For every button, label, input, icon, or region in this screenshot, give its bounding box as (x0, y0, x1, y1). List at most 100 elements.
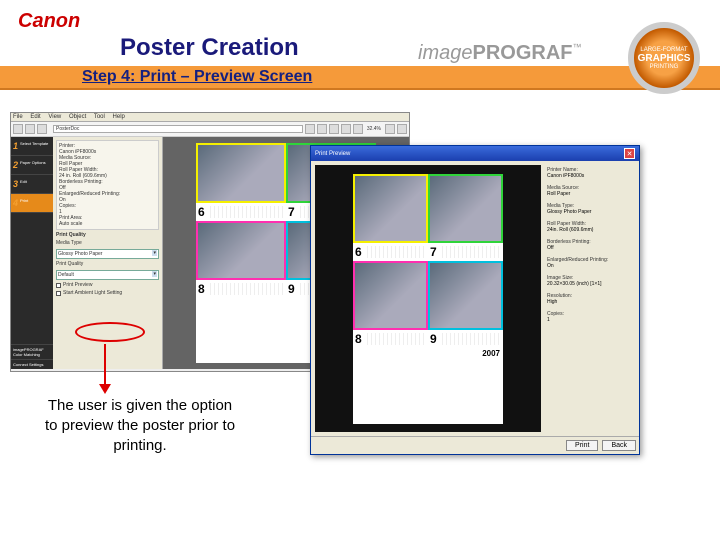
step-num: 3 (13, 179, 18, 189)
badge-bot: PRINTING (650, 64, 679, 70)
brand-b: PROGRAF (472, 42, 572, 64)
dialog-titlebar[interactable]: Print Preview ✕ (311, 146, 639, 161)
orange-bar-line (0, 88, 720, 90)
cell-6: 6 (196, 143, 286, 221)
cal-grid (207, 206, 284, 218)
step-2[interactable]: 2Paper Options (11, 156, 53, 175)
ambient-light-checkbox[interactable]: Start Ambient Light Setting (56, 290, 159, 296)
daynum: 6 (198, 205, 205, 219)
step-label: Select Template (20, 141, 48, 146)
step-label: Edit (20, 179, 27, 184)
preview-year: 2007 (353, 348, 503, 424)
menu-tool[interactable]: Tool (94, 114, 105, 120)
cal-grid (207, 283, 284, 295)
dialog-footer: Print Back (311, 436, 639, 454)
callout-arrow (104, 344, 106, 386)
info-v: 20.32×30.05 (inch) [1×1] (547, 281, 633, 287)
menu-file[interactable]: File (13, 114, 23, 120)
tb-copy-icon[interactable] (317, 124, 327, 134)
step-4[interactable]: 4Print (11, 194, 53, 213)
preview-info-panel: Printer Name:Canon iPF8000s Media Source… (545, 165, 635, 432)
step-label: Paper Options (20, 160, 46, 165)
media-type-label: Media Type (56, 240, 159, 246)
menu-help[interactable]: Help (113, 114, 125, 120)
canon-logo: Canon (18, 10, 80, 33)
print-button[interactable]: Print (566, 440, 598, 451)
print-quality-combo[interactable]: Default (56, 270, 159, 280)
info-v: On (547, 263, 633, 269)
chk-label: Start Ambient Light Setting (63, 290, 122, 296)
tb-new-icon[interactable] (13, 124, 23, 134)
step-num: 1 (13, 141, 18, 151)
print-quality-label: Print Quality (56, 261, 159, 267)
print-preview-dialog: Print Preview ✕ 6 7 8 9 2007 Printer Nam… (310, 145, 640, 455)
tb-cut-icon[interactable] (305, 124, 315, 134)
cal-grid (364, 246, 426, 258)
chk-label: Print Preview (63, 282, 92, 288)
step-3[interactable]: 3Edit (11, 175, 53, 194)
tb-zoomin-icon[interactable] (385, 124, 395, 134)
cell-8: 8 (196, 221, 286, 299)
quality-heading: Print Quality (56, 232, 159, 238)
color-management[interactable]: imagePROGRAFColor Matching (11, 344, 53, 359)
step-num: 2 (13, 160, 18, 170)
caption-text: The user is given the option to preview … (40, 396, 240, 456)
info-v: Roll Paper (547, 191, 633, 197)
brand-a: image (418, 42, 472, 64)
tb-redo-icon[interactable] (353, 124, 363, 134)
daynum: 7 (430, 245, 437, 259)
sum-18: Auto scale (59, 221, 156, 227)
media-type-combo[interactable]: Glossy Photo Paper (56, 249, 159, 259)
menu-object[interactable]: Object (69, 114, 86, 120)
print-preview-checkbox[interactable]: Print Preview (56, 282, 159, 288)
tb-undo-icon[interactable] (341, 124, 351, 134)
daynum: 7 (288, 205, 295, 219)
menu-view[interactable]: View (48, 114, 61, 120)
tb-open-icon[interactable] (25, 124, 35, 134)
daynum: 6 (355, 245, 362, 259)
pcell-7: 7 (428, 174, 503, 261)
cloud-settings[interactable]: Connect Settings (11, 359, 53, 369)
flower-image (430, 263, 501, 328)
flower-image (198, 223, 284, 279)
info-v: 1 (547, 317, 633, 323)
info-v: Glossy Photo Paper (547, 209, 633, 215)
step-1[interactable]: 1Select Template (11, 137, 53, 156)
flower-image (355, 263, 426, 328)
preview-canvas: 6 7 8 9 2007 (315, 165, 541, 432)
flower-image (355, 176, 426, 241)
daynum: 9 (430, 332, 437, 346)
flower-image (430, 176, 501, 241)
tb-save-icon[interactable] (37, 124, 47, 134)
checkbox-icon (56, 283, 61, 288)
back-button[interactable]: Back (602, 440, 636, 451)
info-v: 24in. Roll (609.6mm) (547, 227, 633, 233)
cal-grid (364, 333, 426, 345)
document-name: PosterDoc (53, 125, 303, 133)
info-v: Canon iPF8000s (547, 173, 633, 179)
brand-tm: ™ (572, 42, 581, 52)
step-label: Print (20, 198, 28, 203)
tb-zoomout-icon[interactable] (397, 124, 407, 134)
page-title: Poster Creation (120, 34, 299, 62)
preview-poster: 6 7 8 9 2007 (353, 174, 503, 424)
pcell-9: 9 (428, 261, 503, 348)
pcell-8: 8 (353, 261, 428, 348)
pcell-6: 6 (353, 174, 428, 261)
toolbar: PosterDoc 32.4% (11, 122, 409, 137)
close-icon[interactable]: ✕ (624, 148, 635, 159)
zoom-value: 32.4% (367, 126, 381, 132)
info-v: High (547, 299, 633, 305)
daynum: 8 (355, 332, 362, 346)
step-num: 4 (13, 198, 18, 208)
tb-paste-icon[interactable] (329, 124, 339, 134)
badge-mid: GRAPHICS (638, 53, 691, 64)
menubar[interactable]: File Edit View Object Tool Help (11, 113, 409, 122)
flower-image (198, 145, 284, 201)
step-sidebar: 1Select Template 2Paper Options 3Edit 4P… (11, 137, 53, 369)
graphics-printing-badge: LARGE-FORMAT GRAPHICS PRINTING (628, 22, 700, 94)
menu-edit[interactable]: Edit (30, 114, 40, 120)
print-summary: Printer: Canon iPF8000s Media Source: Ro… (56, 140, 159, 230)
cal-grid (439, 333, 501, 345)
daynum: 8 (198, 282, 205, 296)
